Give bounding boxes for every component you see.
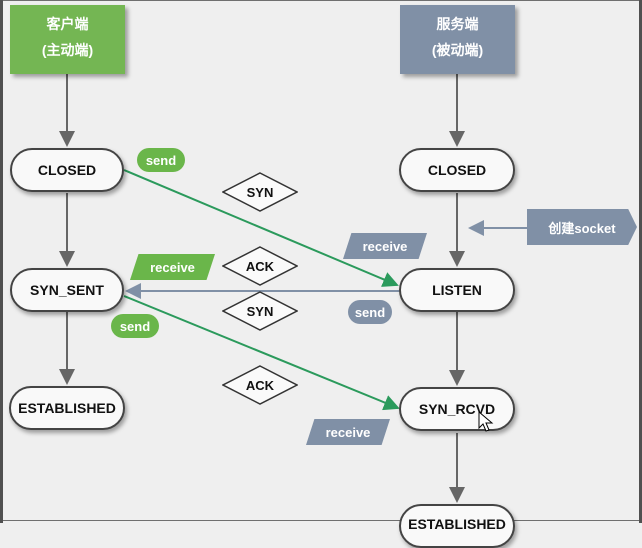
action-send-3: send (111, 314, 159, 338)
segment-ack-1: ACK (222, 246, 298, 286)
server-state-syn-rcvd: SYN_RCVD (399, 387, 515, 431)
server-header-subtitle: (被动端) (431, 42, 484, 58)
cursor-icon (478, 411, 494, 432)
server-state-established: ESTABLISHED (399, 504, 515, 548)
segment-syn-1-label: SYN (246, 184, 274, 200)
action-receive-2: receive (130, 254, 215, 280)
action-send-1: send (137, 148, 185, 172)
client-state-established: ESTABLISHED (9, 386, 125, 430)
server-header-title: 服务端 (436, 16, 479, 32)
segment-syn-1: SYN (222, 172, 298, 212)
client-header-title: 客户端 (46, 16, 89, 32)
client-state-syn-sent: SYN_SENT (10, 268, 124, 312)
segment-ack-1-label: ACK (245, 258, 275, 274)
client-state-closed: CLOSED (10, 148, 124, 192)
segment-ack-2-label: ACK (245, 377, 275, 393)
server-header: 服务端 (被动端) (400, 5, 515, 74)
segment-ack-2: ACK (222, 365, 298, 405)
action-receive-3: receive (306, 419, 390, 445)
client-header-subtitle: (主动端) (41, 42, 94, 58)
server-state-closed: CLOSED (399, 148, 515, 192)
client-header: 客户端 (主动端) (10, 5, 125, 74)
action-send-2: send (348, 300, 392, 324)
server-state-listen: LISTEN (399, 268, 515, 312)
segment-syn-2: SYN (222, 291, 298, 331)
action-receive-1: receive (343, 233, 427, 259)
create-socket-callout: 创建socket (527, 209, 637, 245)
segment-syn-2-label: SYN (246, 303, 274, 319)
